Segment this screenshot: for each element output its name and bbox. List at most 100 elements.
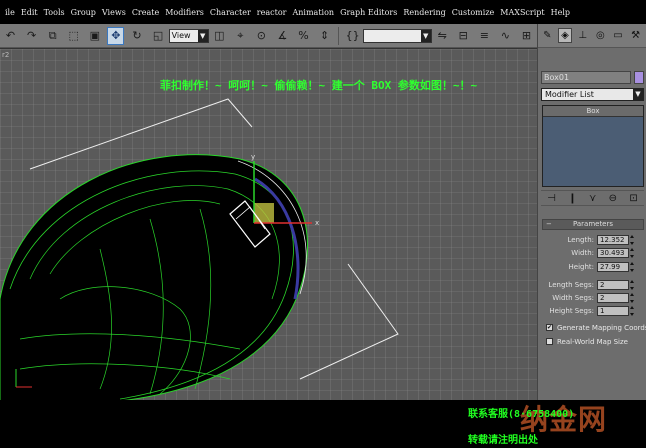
- spinner-snap-icon[interactable]: ⇕: [316, 27, 333, 45]
- schematic-view-icon[interactable]: ⊞: [518, 27, 535, 45]
- snap-icon[interactable]: ⊙: [253, 27, 270, 45]
- menu-tools[interactable]: Tools: [41, 8, 68, 17]
- create-tab-icon[interactable]: ✎: [540, 28, 555, 43]
- menu-maxscript[interactable]: MAXScript: [497, 8, 547, 17]
- mirror-icon[interactable]: ⇋: [434, 27, 451, 45]
- select-move-icon[interactable]: ✥: [107, 26, 125, 45]
- real-world-map-size-row[interactable]: Real-World Map Size: [546, 336, 628, 347]
- width-segs-spinner[interactable]: [630, 292, 635, 303]
- menu-customize[interactable]: Customize: [449, 8, 498, 17]
- modifier-stack[interactable]: Box: [542, 105, 644, 187]
- axis-y-label: y: [251, 153, 255, 161]
- length-input[interactable]: 12.352: [597, 234, 629, 245]
- menu-views[interactable]: Views: [99, 8, 129, 17]
- width-row: Width: 30.493: [542, 247, 635, 258]
- layer-manager-icon[interactable]: ≡: [476, 27, 493, 45]
- length-segs-spinner[interactable]: [630, 279, 635, 290]
- pin-stack-icon[interactable]: ⊣: [547, 193, 556, 204]
- object-color-swatch[interactable]: [634, 71, 644, 84]
- percent-snap-icon[interactable]: %: [295, 27, 312, 45]
- length-segs-label: Length Segs:: [548, 280, 594, 289]
- viewport-label[interactable]: r2: [2, 51, 9, 59]
- width-input[interactable]: 30.493: [597, 247, 629, 258]
- modify-tab-icon[interactable]: ◈: [557, 28, 573, 43]
- menu-reactor[interactable]: reactor: [254, 8, 290, 17]
- width-label: Width:: [571, 248, 594, 257]
- height-segs-row: Height Segs: 1: [542, 305, 635, 316]
- chevron-down-icon: ▼: [197, 29, 208, 42]
- menu-bar: ile Edit Tools Group Views Create Modifi…: [0, 0, 646, 24]
- menu-help[interactable]: Help: [548, 8, 573, 17]
- show-end-result-icon[interactable]: ❙: [568, 193, 576, 204]
- perspective-viewport[interactable]: y x r2 菲扣制作！~ 呵呵！~ 偷偷赖！~ 建一个 BOX 参数如图！~！…: [0, 48, 537, 400]
- curve-editor-icon[interactable]: ∿: [497, 27, 514, 45]
- menu-create[interactable]: Create: [129, 8, 162, 17]
- height-input[interactable]: 27.99: [597, 261, 629, 272]
- modifier-list-dropdown[interactable]: Modifier List ▼: [541, 88, 644, 101]
- height-label: Height:: [568, 262, 595, 271]
- height-row: Height: 27.99: [542, 261, 635, 272]
- menu-character[interactable]: Character: [207, 8, 254, 17]
- height-segs-label: Height Segs:: [549, 306, 594, 315]
- manipulate-icon[interactable]: ⌖: [232, 27, 249, 45]
- height-segs-input[interactable]: 1: [597, 305, 629, 316]
- modifier-list-label: Modifier List: [545, 90, 594, 99]
- menu-file[interactable]: ile: [2, 8, 18, 17]
- display-tab-icon[interactable]: ▭: [611, 28, 626, 43]
- height-segs-spinner[interactable]: [630, 305, 635, 316]
- menu-graph-editors[interactable]: Graph Editors: [337, 8, 400, 17]
- length-segs-input[interactable]: 2: [597, 279, 629, 290]
- named-selection-dropdown[interactable]: ▼: [363, 28, 432, 43]
- command-panel: ✎ ◈ ⊥ ◎ ▭ ⚒ Box01 Modifier List ▼ Box ⊣ …: [537, 24, 646, 400]
- axis-x-label: x: [315, 219, 319, 227]
- generate-mapping-label: Generate Mapping Coords.: [557, 323, 646, 332]
- select-object-icon[interactable]: ⬚: [65, 27, 82, 45]
- utilities-tab-icon[interactable]: ⚒: [628, 28, 643, 43]
- width-segs-input[interactable]: 2: [597, 292, 629, 303]
- remove-modifier-icon[interactable]: ⊖: [609, 193, 617, 204]
- menu-animation[interactable]: Animation: [289, 8, 337, 17]
- hierarchy-tab-icon[interactable]: ⊥: [575, 28, 590, 43]
- named-selection-icon[interactable]: {}: [344, 27, 361, 45]
- motion-tab-icon[interactable]: ◎: [593, 28, 608, 43]
- overlay-banner: 菲扣制作！~ 呵呵！~ 偷偷赖！~ 建一个 BOX 参数如图！~！~: [160, 79, 478, 92]
- undo-icon[interactable]: ↶: [2, 27, 19, 45]
- real-world-map-size-label: Real-World Map Size: [557, 337, 628, 346]
- height-spinner[interactable]: [630, 261, 635, 272]
- reference-coord-value: View: [171, 31, 191, 40]
- generate-mapping-row[interactable]: ✔ Generate Mapping Coords.: [546, 322, 646, 333]
- collapse-icon: −: [546, 220, 552, 228]
- stack-item-box[interactable]: Box: [543, 106, 643, 117]
- select-rotate-icon[interactable]: ↻: [128, 27, 145, 45]
- stack-tools: ⊣ ❙ ⋎ ⊖ ⊡: [541, 190, 644, 206]
- select-link-icon[interactable]: ⧉: [44, 27, 61, 45]
- reference-coord-dropdown[interactable]: View ▼: [168, 28, 209, 43]
- menu-rendering[interactable]: Rendering: [400, 8, 448, 17]
- length-spinner[interactable]: [630, 234, 635, 245]
- select-region-icon[interactable]: ▣: [86, 27, 103, 45]
- object-name-field[interactable]: Box01: [541, 71, 631, 84]
- chevron-down-icon: ▼: [420, 29, 431, 42]
- menu-group[interactable]: Group: [68, 8, 99, 17]
- parameters-rollout-header[interactable]: − Parameters: [542, 219, 644, 230]
- length-segs-row: Length Segs: 2: [542, 279, 635, 290]
- menu-modifiers[interactable]: Modifiers: [162, 8, 207, 17]
- length-label: Length:: [567, 235, 594, 244]
- chevron-down-icon: ▼: [633, 89, 643, 100]
- pivot-icon[interactable]: ◫: [211, 27, 228, 45]
- select-scale-icon[interactable]: ◱: [150, 27, 167, 45]
- make-unique-icon[interactable]: ⋎: [589, 193, 596, 204]
- align-icon[interactable]: ⊟: [455, 27, 472, 45]
- object-name-row: Box01: [541, 71, 644, 85]
- main-toolbar: ↶ ↷ ⧉ ⬚ ▣ ✥ ↻ ◱ View ▼ ◫ ⌖ ⊙ ∡ % ⇕ {} ▼ …: [0, 24, 537, 48]
- width-segs-label: Width Segs:: [552, 293, 594, 302]
- real-world-map-size-checkbox[interactable]: [546, 338, 553, 345]
- parameters-title: Parameters: [572, 220, 614, 228]
- generate-mapping-checkbox[interactable]: ✔: [546, 324, 553, 331]
- angle-snap-icon[interactable]: ∡: [274, 27, 291, 45]
- length-row: Length: 12.352: [542, 234, 635, 245]
- redo-icon[interactable]: ↷: [23, 27, 40, 45]
- configure-sets-icon[interactable]: ⊡: [629, 193, 637, 204]
- menu-edit[interactable]: Edit: [18, 8, 41, 17]
- width-spinner[interactable]: [630, 247, 635, 258]
